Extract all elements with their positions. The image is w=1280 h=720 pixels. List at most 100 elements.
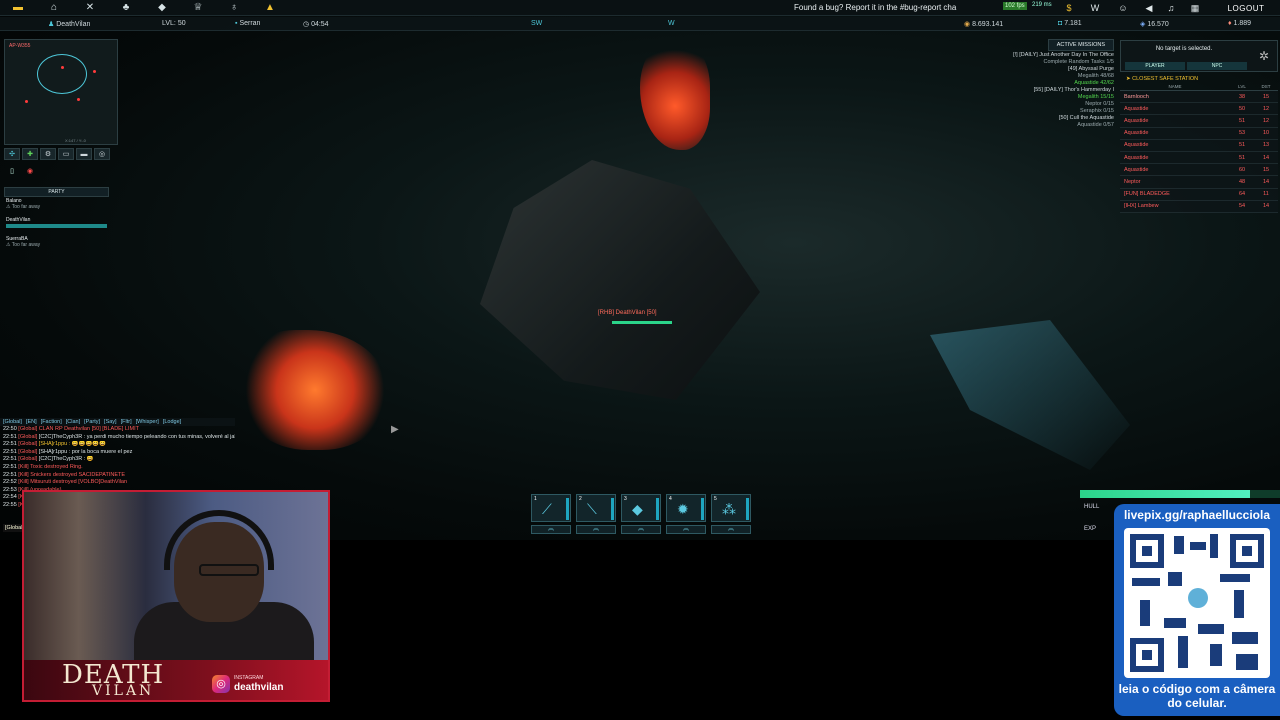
minimap-zone-label: AP-W355 [9, 43, 31, 49]
upgrade-chevron-icon[interactable]: ︽ [711, 525, 751, 534]
station-lvl: 54 [1238, 203, 1246, 210]
mission-line[interactable]: [55] [DAILY] Thor's Hammerday I [946, 87, 1114, 93]
chat-message: 22:51 [Kill] Toxic destroyed Ring. [0, 464, 235, 472]
discord-icon[interactable]: ☺ [1112, 0, 1134, 16]
station-lvl: 53 [1238, 130, 1246, 137]
station-lvl: 60 [1238, 166, 1246, 173]
mission-line[interactable]: Aquastide 0/57 [946, 122, 1114, 128]
chat-tab[interactable]: [Lodge] [163, 419, 181, 425]
missions-header[interactable]: ACTIVE MISSIONS [1047, 39, 1114, 51]
station-row[interactable]: Aquastide 51 14 [1120, 151, 1278, 165]
party-member[interactable]: DeathVilan [4, 216, 109, 235]
music-icon[interactable]: ♫ [1160, 0, 1182, 16]
settings-icon[interactable]: ⚙ [40, 148, 56, 160]
chat-time: 22:52 [3, 479, 17, 486]
group-icon[interactable]: ♣ [108, 0, 144, 16]
mission-line[interactable]: Aquastide 42/62 [946, 80, 1114, 86]
chat-ch: [Kill] [18, 463, 29, 470]
hotbar-slot[interactable]: 1 ⟋ [531, 494, 571, 522]
station-row[interactable]: Aquastide 50 12 [1120, 103, 1278, 116]
minimap[interactable]: AP-W355 X:147 / Y:-0 [4, 39, 118, 145]
gold-icon[interactable]: ▲ [252, 0, 288, 16]
mission-line[interactable]: [49] Abyssal Purge [946, 66, 1114, 72]
globe-icon[interactable]: ◎ [94, 148, 110, 160]
mission-line[interactable]: Megalith 48/68 [946, 73, 1114, 79]
station-row[interactable]: Barnlooch 38 15 [1120, 91, 1278, 104]
hotbar-slot[interactable]: 5 ⁂ [711, 494, 751, 522]
party-member-name: DeathVilan [6, 217, 31, 223]
station-row[interactable]: Aquastide 51 13 [1120, 139, 1278, 152]
upgrade-chevron-icon[interactable]: ︽ [621, 525, 661, 534]
station-row[interactable]: Aquastide 53 10 [1120, 127, 1278, 140]
party-member-status: ⚠ Too far away [6, 204, 41, 210]
chat-ch: [Kill] [18, 479, 29, 486]
slot-number: 1 [534, 496, 537, 502]
map-icon[interactable]: ✚ [22, 148, 38, 160]
chat-tab[interactable]: [EN] [26, 419, 37, 425]
upgrade-chevron-icon[interactable]: ︽ [666, 525, 706, 534]
crossed-swords-icon[interactable]: ✕ [72, 0, 108, 16]
station-name: Aquastide [1124, 154, 1149, 161]
mission-line[interactable]: Neptor 0/15 [946, 101, 1114, 107]
minimap-enemy-dot [93, 70, 96, 73]
mission-line[interactable]: Complete Random Tasks 1/5 [946, 59, 1114, 65]
window-icon[interactable]: ▭ [58, 148, 74, 160]
station-row[interactable]: Aquastide 51 12 [1120, 115, 1278, 128]
compass-w: W [668, 20, 675, 27]
station-row[interactable]: Neptor 48 14 [1120, 176, 1278, 189]
player-ship-label[interactable]: [RHB] DeathVilan [50] [598, 310, 672, 324]
station-row[interactable]: [IHX] Lambew 54 14 [1120, 200, 1278, 213]
document-icon[interactable]: ▯ [4, 166, 20, 178]
station-lvl: 51 [1238, 142, 1246, 149]
upgrade-chevron-icon[interactable]: ︽ [576, 525, 616, 534]
chat-tab[interactable]: [Global] [3, 419, 22, 425]
chat-tab[interactable]: [Say] [104, 419, 117, 425]
party-header[interactable]: PARTY [4, 187, 109, 197]
station-row[interactable]: [FUN] BLADEDGE 64 11 [1120, 188, 1278, 201]
speaker-icon[interactable]: ◀ [1138, 0, 1160, 16]
minimap-enemy-dot [77, 98, 80, 101]
home-icon[interactable]: ⌂ [36, 0, 72, 16]
ammo-bar [566, 498, 569, 520]
mission-line[interactable]: [50] Cull the Aquastide [946, 115, 1114, 121]
hotbar-slot[interactable]: 2 ⟍ [576, 494, 616, 522]
grid-icon[interactable]: ▦ [1184, 0, 1206, 16]
qr-finder [1130, 534, 1164, 568]
chat-message: 22:51 [Global] [C2C]TheCyph3R : ya perdi… [0, 434, 235, 442]
trophy-icon[interactable]: ♕ [180, 0, 216, 16]
mission-line[interactable]: Seraphix 0/15 [946, 108, 1114, 114]
mission-line[interactable]: [!] [DAILY] Just Another Day In The Offi… [946, 52, 1114, 58]
space-station[interactable] [480, 160, 760, 400]
upgrade-chevron-icon[interactable]: ︽ [531, 525, 571, 534]
alert-icon[interactable]: ◉ [22, 166, 38, 178]
chat-tab[interactable]: [Fltr] [121, 419, 132, 425]
diamond-icon[interactable]: ◆ [144, 0, 180, 16]
hotbar-slot[interactable]: 3 ◆ [621, 494, 661, 522]
bug-report-notice[interactable]: Found a bug? Report it in the #bug-repor… [794, 3, 956, 12]
chat-tab[interactable]: [Clan] [66, 419, 80, 425]
minimap-toolbar: ✣ ✚ ⚙ ▭ ▬ ◎ [4, 148, 110, 160]
logout-button[interactable]: LOGOUT [1212, 0, 1280, 16]
station-row[interactable]: Aquastide 60 15 [1120, 164, 1278, 177]
dollar-icon[interactable]: $ [1058, 0, 1080, 16]
party-member[interactable]: Balano ⚠ Too far away [4, 197, 109, 216]
qr-finder [1230, 534, 1264, 568]
chat-tab[interactable]: [Faction] [41, 419, 62, 425]
station-name: [IHX] Lambew [1124, 203, 1159, 210]
mission-line[interactable]: Megalith 15/15 [946, 94, 1114, 100]
tab-player[interactable]: PLAYER [1125, 62, 1185, 70]
party-member[interactable]: SuerraBA ⚠ Too far away [4, 235, 109, 254]
chat-tab[interactable]: [Whisper] [136, 419, 159, 425]
medal-icon[interactable]: ♁ [216, 0, 252, 16]
tab-npc[interactable]: NPC [1187, 62, 1247, 70]
qr-module [1210, 644, 1222, 666]
hotbar-slot[interactable]: 4 ✹ [666, 494, 706, 522]
chat-ch: [Global] [18, 456, 38, 463]
ship-icon[interactable]: ▬ [0, 0, 36, 16]
zoom-icon[interactable]: ✣ [4, 148, 20, 160]
wiki-icon[interactable]: W [1084, 0, 1106, 16]
truck-icon[interactable]: ▬ [76, 148, 92, 160]
chat-tab[interactable]: [Party] [84, 419, 100, 425]
station-name: Aquastide [1124, 130, 1149, 137]
station-name: Neptor [1124, 178, 1141, 185]
